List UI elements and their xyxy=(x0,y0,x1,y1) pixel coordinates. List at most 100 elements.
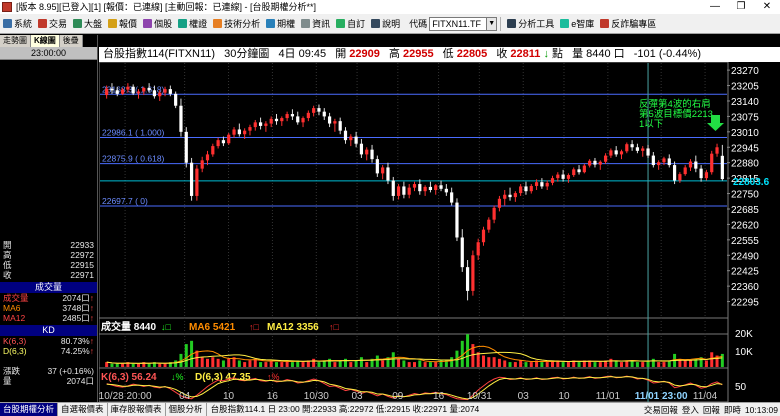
workspace-tab-0[interactable]: 台股期權分析 xyxy=(0,403,59,416)
workspace-tab-1[interactable]: 自選報價表 xyxy=(58,403,108,416)
candle-body[interactable] xyxy=(704,172,709,179)
candle-body[interactable] xyxy=(285,114,289,119)
candle-body[interactable] xyxy=(460,237,464,268)
candle-body[interactable] xyxy=(386,167,390,181)
candle-body[interactable] xyxy=(333,121,337,124)
candle-body[interactable] xyxy=(720,155,724,180)
candle-body[interactable] xyxy=(216,140,220,147)
candle-body[interactable] xyxy=(524,186,528,192)
candle-body[interactable] xyxy=(349,136,353,141)
kline-chart[interactable]: 2327023205231402307523010229452288022815… xyxy=(99,35,780,402)
menu-item-7[interactable]: 期權 xyxy=(263,15,298,33)
candle-body[interactable] xyxy=(359,143,364,155)
candle-body[interactable] xyxy=(715,147,719,154)
candle-body[interactable] xyxy=(105,88,109,96)
candle-body[interactable] xyxy=(471,255,475,291)
panel-tab-0[interactable]: 走勢圖 xyxy=(0,35,31,47)
menu-item-5[interactable]: 權證 xyxy=(175,15,210,33)
candle-body[interactable] xyxy=(381,167,385,174)
candle-body[interactable] xyxy=(189,162,194,196)
candle-body[interactable] xyxy=(540,182,544,187)
candle-body[interactable] xyxy=(465,267,470,291)
candle-body[interactable] xyxy=(439,185,443,189)
candle-body[interactable] xyxy=(646,148,650,156)
maximize-button[interactable]: ❐ xyxy=(728,0,754,14)
menu-item-2[interactable]: 大盤 xyxy=(70,15,105,33)
candle-body[interactable] xyxy=(662,158,666,163)
candle-body[interactable] xyxy=(290,114,295,117)
candle-body[interactable] xyxy=(619,151,624,155)
candle-body[interactable] xyxy=(243,130,247,135)
candle-body[interactable] xyxy=(688,161,693,168)
candle-body[interactable] xyxy=(561,174,565,179)
panel-tab-1[interactable]: K線圖 xyxy=(31,35,60,47)
candle-body[interactable] xyxy=(205,154,210,161)
workspace-tab-3[interactable]: 個股分析 xyxy=(166,403,207,416)
menu-item-3[interactable]: 報價 xyxy=(105,15,140,33)
candle-body[interactable] xyxy=(179,105,183,132)
candle-body[interactable] xyxy=(407,187,411,195)
candle-body[interactable] xyxy=(301,118,305,123)
symbol-dropdown-icon[interactable]: ▼ xyxy=(487,16,498,31)
candle-body[interactable] xyxy=(455,202,459,238)
candle-body[interactable] xyxy=(529,185,533,192)
panel-tab-2[interactable]: 後疊 xyxy=(59,35,83,47)
candle-body[interactable] xyxy=(120,89,125,94)
candle-body[interactable] xyxy=(312,108,316,113)
candle-body[interactable] xyxy=(434,185,438,190)
candle-body[interactable] xyxy=(481,229,486,243)
minimize-button[interactable]: — xyxy=(702,0,728,14)
candle-body[interactable] xyxy=(545,182,549,187)
candle-body[interactable] xyxy=(248,127,252,131)
candle-body[interactable] xyxy=(147,87,151,91)
candle-body[interactable] xyxy=(487,219,491,230)
candle-body[interactable] xyxy=(391,180,395,196)
candle-body[interactable] xyxy=(582,165,586,173)
candle-body[interactable] xyxy=(163,89,167,93)
candle-body[interactable] xyxy=(423,186,427,192)
candle-body[interactable] xyxy=(614,150,618,155)
candle-body[interactable] xyxy=(683,167,687,175)
candle-body[interactable] xyxy=(609,150,613,156)
menu-item-6[interactable]: 技術分析 xyxy=(210,15,263,33)
menu-item-8[interactable]: 資訊 xyxy=(298,15,333,33)
candle-body[interactable] xyxy=(476,242,480,256)
candle-body[interactable] xyxy=(678,174,682,181)
chart-area[interactable]: 23270 23205 23140 23075 23010 22945 22880 22815… xyxy=(99,35,780,402)
candle-body[interactable] xyxy=(221,140,226,144)
candle-body[interactable] xyxy=(566,175,571,179)
tool-item-2[interactable]: 反詐騙專區 xyxy=(597,15,659,33)
status-indicator-2[interactable]: 回報 xyxy=(701,404,722,416)
candle-body[interactable] xyxy=(667,158,671,166)
candle-body[interactable] xyxy=(232,129,236,135)
candle-body[interactable] xyxy=(142,87,146,92)
candle-body[interactable] xyxy=(258,122,263,126)
candle-body[interactable] xyxy=(635,147,640,151)
candle-body[interactable] xyxy=(598,161,602,165)
candle-body[interactable] xyxy=(699,168,703,179)
candle-body[interactable] xyxy=(365,149,369,155)
menu-item-9[interactable]: 自訂 xyxy=(333,15,368,33)
candle-body[interactable] xyxy=(264,123,268,126)
status-indicator-3[interactable]: 即時 xyxy=(722,404,743,416)
chart-period[interactable]: 30分鐘圖 xyxy=(224,48,269,60)
candle-body[interactable] xyxy=(269,118,273,124)
candle-body[interactable] xyxy=(306,112,310,119)
candle-body[interactable] xyxy=(253,122,257,128)
candle-body[interactable] xyxy=(174,93,178,106)
candle-body[interactable] xyxy=(492,207,496,220)
candle-body[interactable] xyxy=(651,155,655,166)
candle-body[interactable] xyxy=(136,91,141,94)
candle-body[interactable] xyxy=(168,89,172,94)
candle-body[interactable] xyxy=(577,169,581,173)
candle-body[interactable] xyxy=(412,184,417,188)
candle-body[interactable] xyxy=(184,131,188,163)
candle-body[interactable] xyxy=(131,86,135,94)
candle-body[interactable] xyxy=(588,160,592,166)
candle-body[interactable] xyxy=(694,161,698,169)
candle-body[interactable] xyxy=(322,111,326,117)
candle-body[interactable] xyxy=(497,198,502,208)
workspace-tab-2[interactable]: 庫存股報價表 xyxy=(108,403,166,416)
candle-body[interactable] xyxy=(370,149,374,160)
candle-body[interactable] xyxy=(550,178,555,183)
